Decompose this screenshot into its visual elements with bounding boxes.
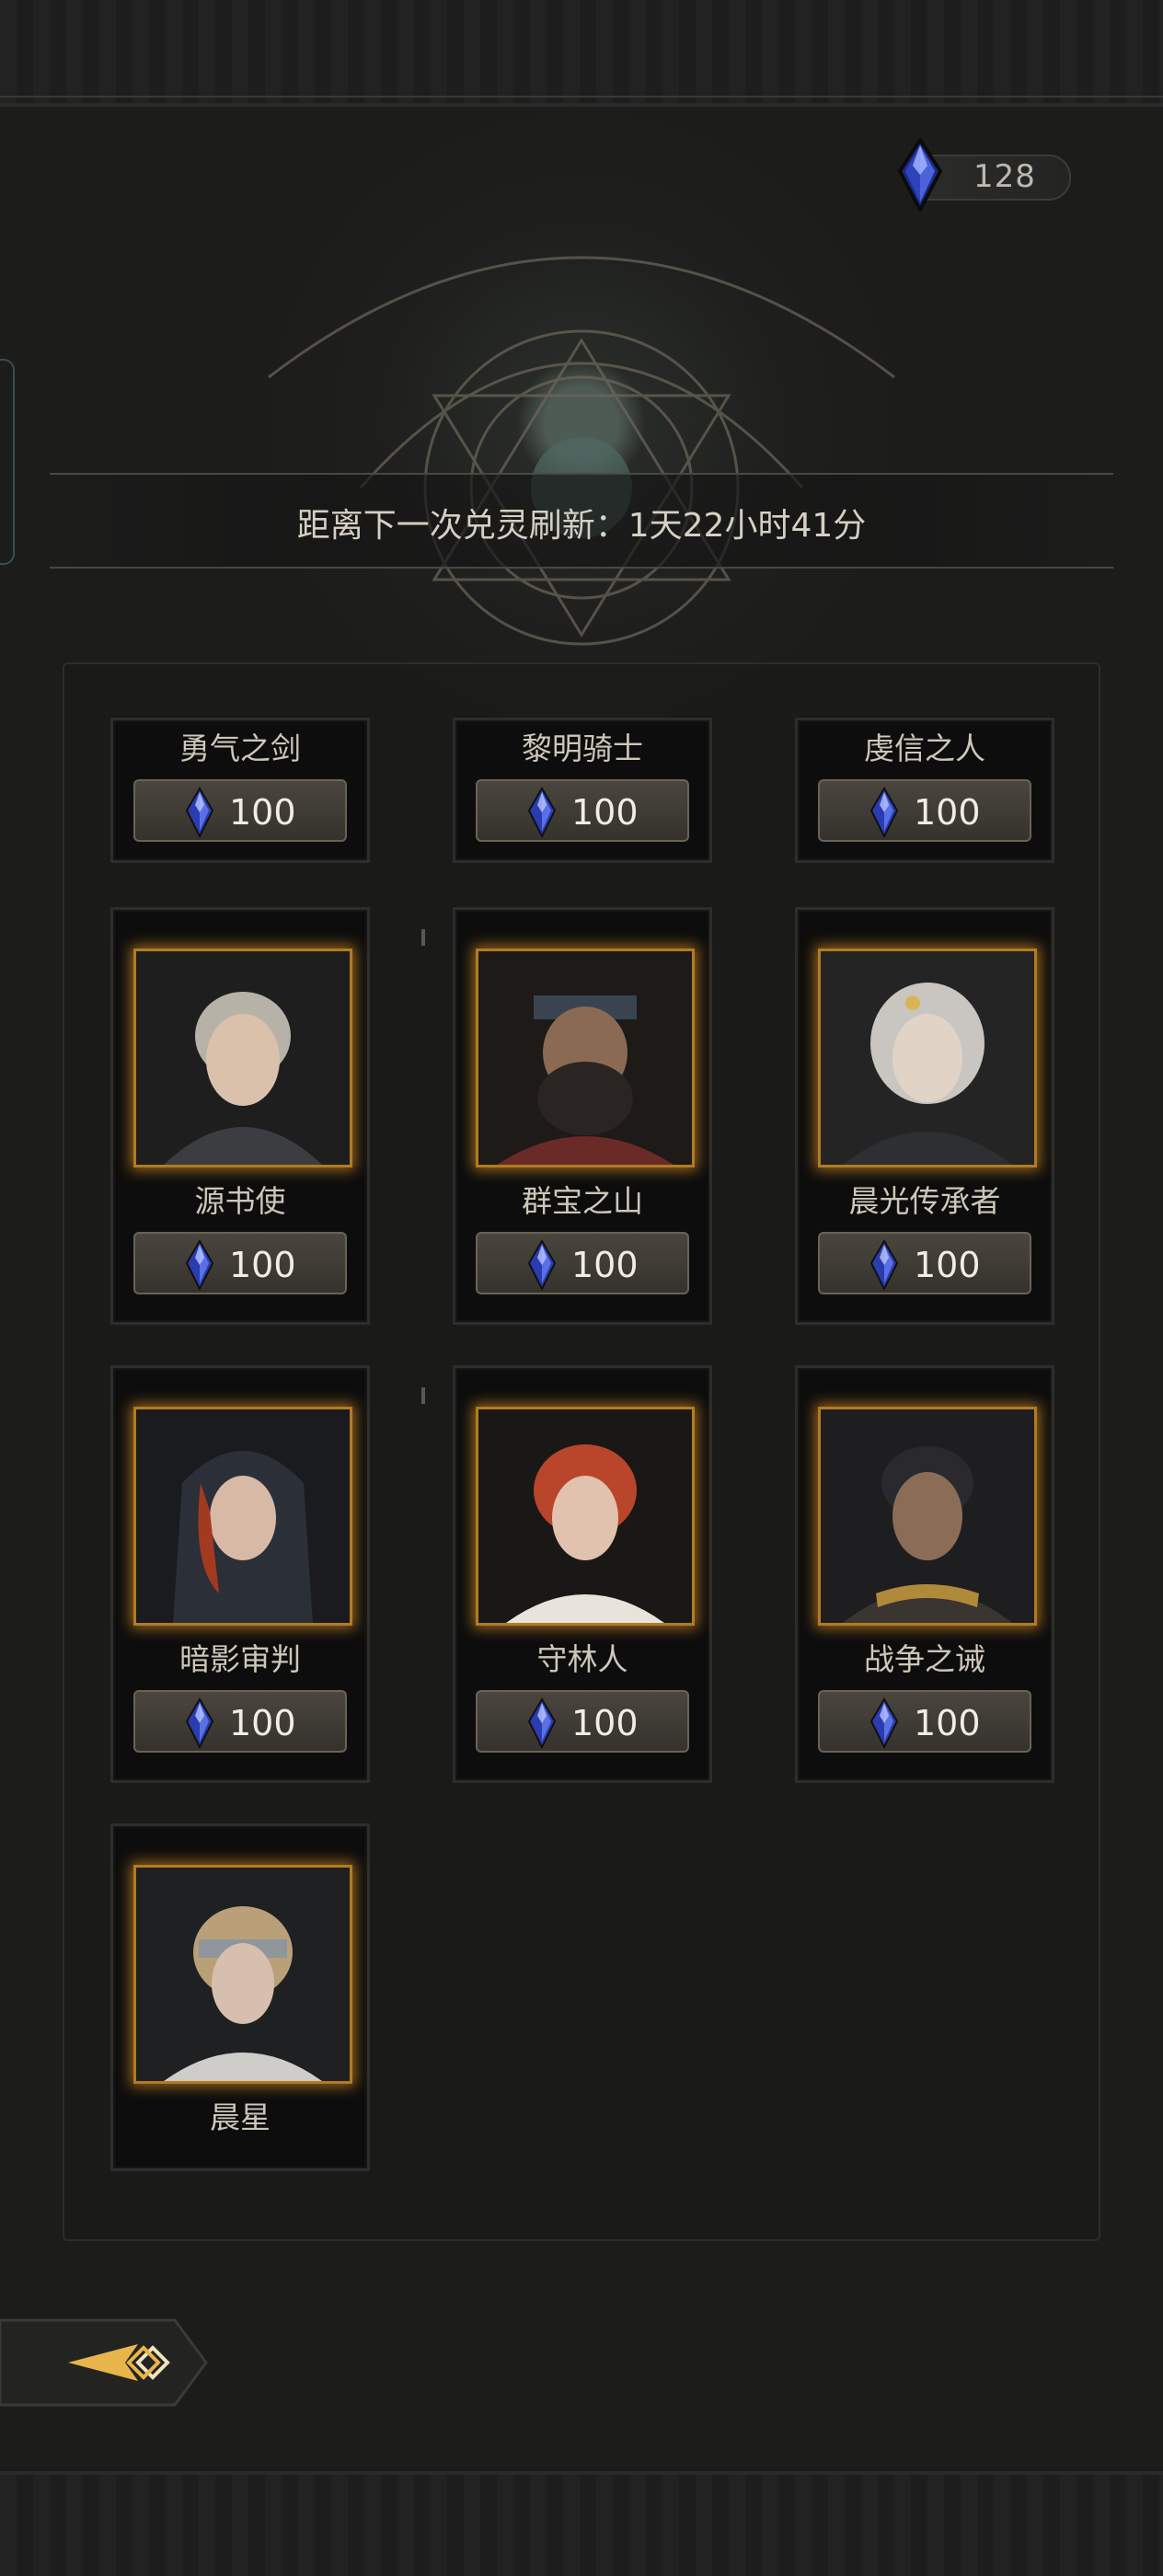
blue-crystal-icon xyxy=(185,787,214,838)
card-item[interactable]: 晨光传承者 100 xyxy=(795,907,1054,1325)
price-label: 100 xyxy=(571,1703,639,1743)
card-item[interactable]: 晨星 xyxy=(110,1823,370,2171)
card-name: 晨光传承者 xyxy=(848,1183,1001,1219)
card-item[interactable]: 群宝之山 100 xyxy=(453,907,712,1325)
price-label: 100 xyxy=(914,1703,981,1743)
card-item[interactable]: 虔信之人 100 xyxy=(795,718,1054,863)
blue-crystal-icon xyxy=(527,1697,557,1749)
character-portrait xyxy=(133,1865,352,2084)
price-button[interactable]: 100 xyxy=(818,779,1031,842)
card-item[interactable]: 黎明骑士 100 xyxy=(453,718,712,863)
price-label: 100 xyxy=(914,1245,981,1285)
price-label: 100 xyxy=(914,792,981,833)
price-button[interactable]: 100 xyxy=(133,779,347,842)
card-item[interactable]: 源书使 100 xyxy=(110,907,370,1325)
bottom-ornament-border xyxy=(0,2471,1163,2576)
divider-mark xyxy=(421,929,425,946)
price-label: 100 xyxy=(229,1703,296,1743)
top-ornament-border xyxy=(0,0,1163,107)
price-label: 100 xyxy=(571,792,639,833)
price-label: 100 xyxy=(229,792,296,833)
card-item[interactable]: 战争之诫 100 xyxy=(795,1365,1054,1783)
price-label: 100 xyxy=(229,1245,296,1285)
blue-crystal-icon xyxy=(869,787,899,838)
character-portrait xyxy=(476,949,695,1167)
character-portrait xyxy=(818,1407,1037,1626)
card-name: 黎明骑士 xyxy=(522,730,643,766)
price-button[interactable]: 100 xyxy=(818,1690,1031,1753)
character-portrait xyxy=(133,949,352,1167)
price-button[interactable]: 100 xyxy=(133,1690,347,1753)
character-portrait xyxy=(476,1407,695,1626)
price-button[interactable]: 100 xyxy=(476,1232,689,1294)
card-item[interactable]: 暗影审判 100 xyxy=(110,1365,370,1783)
divider-mark xyxy=(421,1387,425,1404)
blue-crystal-icon xyxy=(869,1697,899,1749)
blue-crystal-icon xyxy=(185,1697,214,1749)
price-button[interactable]: 100 xyxy=(476,1690,689,1753)
price-button[interactable]: 100 xyxy=(818,1232,1031,1294)
card-item[interactable]: 勇气之剑 100 xyxy=(110,718,370,863)
card-name: 源书使 xyxy=(194,1183,286,1219)
back-button[interactable] xyxy=(0,2311,208,2414)
background-emblem xyxy=(213,101,950,745)
refresh-timer-text: 距离下一次兑灵刷新：1天22小时41分 xyxy=(296,507,867,545)
price-label: 100 xyxy=(571,1245,639,1285)
card-name: 虔信之人 xyxy=(864,730,985,766)
currency-amount: 128 xyxy=(973,158,1036,195)
back-arrow-icon xyxy=(0,2318,208,2407)
card-name: 守林人 xyxy=(536,1641,628,1677)
refresh-timer-banner: 距离下一次兑灵刷新：1天22小时41分 xyxy=(50,473,1113,569)
blue-crystal-icon xyxy=(527,787,557,838)
character-portrait xyxy=(133,1407,352,1626)
blue-crystal-icon xyxy=(869,1239,899,1291)
blue-crystal-icon xyxy=(185,1239,214,1291)
card-item[interactable]: 守林人 100 xyxy=(453,1365,712,1783)
price-button[interactable]: 100 xyxy=(476,779,689,842)
currency-counter[interactable]: 128 xyxy=(883,138,1104,212)
card-name: 勇气之剑 xyxy=(179,730,301,766)
price-button[interactable]: 100 xyxy=(133,1232,347,1294)
side-drawer-tab[interactable] xyxy=(0,359,15,565)
card-name: 暗影审判 xyxy=(179,1641,301,1677)
card-name: 群宝之山 xyxy=(522,1183,643,1219)
card-name: 战争之诫 xyxy=(864,1641,985,1677)
blue-crystal-icon xyxy=(897,138,943,212)
blue-crystal-icon xyxy=(527,1239,557,1291)
card-name: 晨星 xyxy=(210,2099,271,2135)
character-portrait xyxy=(818,949,1037,1167)
